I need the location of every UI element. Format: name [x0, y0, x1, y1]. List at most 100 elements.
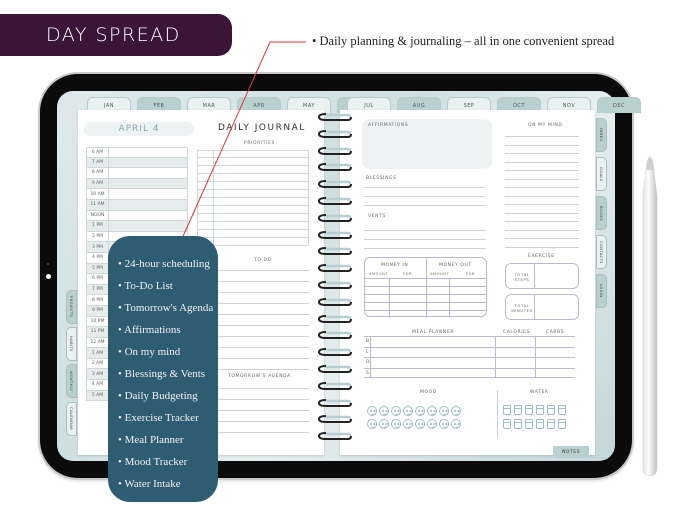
side-tab-habits[interactable]: HABITS — [66, 327, 77, 361]
priority-row[interactable] — [197, 158, 309, 166]
schedule-row[interactable]: 8 AM — [86, 168, 188, 179]
budget-row[interactable] — [365, 278, 486, 286]
side-tab-goals[interactable]: GOALS — [596, 157, 607, 191]
priority-row[interactable] — [197, 222, 309, 230]
vents-lines[interactable] — [364, 230, 486, 257]
meal-planner-table[interactable]: BLDS — [364, 336, 575, 378]
mood-face-icon[interactable] — [451, 419, 461, 429]
meal-row[interactable]: D — [364, 357, 575, 368]
water-cup-icon[interactable] — [547, 419, 555, 429]
schedule-row[interactable]: 10 AM — [86, 189, 188, 200]
schedule-row[interactable]: 11 AM — [86, 199, 188, 211]
schedule-row[interactable]: 6 AM — [86, 147, 188, 158]
hour-entry[interactable] — [109, 189, 187, 199]
write-line[interactable] — [364, 196, 486, 197]
mood-face-icon[interactable] — [403, 406, 413, 416]
schedule-row[interactable]: NOON — [86, 210, 188, 222]
write-line[interactable] — [505, 170, 579, 171]
side-tab-contacts[interactable]: CONTACTS — [596, 235, 607, 269]
side-tab-login[interactable]: LOGIN — [596, 274, 607, 308]
mood-face-icon[interactable] — [427, 419, 437, 429]
priority-row[interactable] — [197, 166, 309, 174]
side-tab-calendar[interactable]: CALENDAR — [66, 402, 77, 436]
mood-face-icon[interactable] — [415, 406, 425, 416]
priority-row[interactable] — [197, 214, 309, 222]
priority-row[interactable] — [197, 230, 309, 238]
priority-row[interactable] — [197, 198, 309, 206]
meal-row[interactable]: B — [364, 336, 575, 347]
water-cup-icon[interactable] — [525, 405, 533, 415]
water-cup-icon[interactable] — [558, 405, 566, 415]
write-line[interactable] — [505, 153, 579, 154]
write-line[interactable] — [505, 178, 579, 180]
total-minutes-box[interactable]: TOTAL MINUTES — [505, 294, 579, 320]
write-line[interactable] — [505, 229, 579, 231]
write-line[interactable] — [505, 144, 579, 146]
write-line[interactable] — [364, 205, 486, 206]
mood-face-icon[interactable] — [451, 406, 461, 416]
notes-tab[interactable]: NOTES — [553, 446, 589, 458]
hour-entry[interactable] — [109, 211, 187, 221]
water-cup-icon[interactable] — [503, 419, 511, 429]
budget-row[interactable] — [365, 294, 486, 302]
write-line[interactable] — [364, 230, 486, 231]
priority-row[interactable] — [197, 190, 309, 198]
write-line[interactable] — [364, 248, 486, 249]
priority-row[interactable] — [197, 150, 309, 158]
water-cup-icon[interactable] — [536, 419, 544, 429]
write-line[interactable] — [505, 204, 579, 205]
mood-face-icon[interactable] — [439, 419, 449, 429]
mood-face-icon[interactable] — [379, 419, 389, 429]
tab-dec[interactable]: DEC — [597, 97, 641, 113]
priority-row[interactable] — [197, 174, 309, 182]
mood-face-icon[interactable] — [427, 406, 437, 416]
write-line[interactable] — [505, 238, 579, 239]
hour-entry[interactable] — [109, 168, 187, 178]
side-tab-books[interactable]: BOOKS — [596, 196, 607, 230]
budget-row[interactable] — [365, 302, 486, 310]
blessings-lines[interactable] — [364, 187, 486, 214]
write-line[interactable] — [505, 136, 579, 137]
mood-face-icon[interactable] — [439, 406, 449, 416]
water-cup-icon[interactable] — [536, 405, 544, 415]
mood-face-icon[interactable] — [391, 406, 401, 416]
write-line[interactable] — [505, 246, 579, 248]
write-line[interactable] — [364, 239, 486, 240]
hour-entry[interactable] — [109, 158, 187, 168]
budget-row[interactable] — [365, 286, 486, 294]
write-line[interactable] — [505, 221, 579, 222]
mood-face-icon[interactable] — [403, 419, 413, 429]
side-tab-projects[interactable]: PROJECTS — [66, 290, 77, 324]
schedule-row[interactable]: 1 PM — [86, 221, 188, 232]
priority-row[interactable] — [197, 206, 309, 214]
hour-entry[interactable] — [109, 200, 187, 210]
priority-row[interactable] — [197, 182, 309, 190]
water-cup-icon[interactable] — [503, 405, 511, 415]
schedule-row[interactable]: 9 AM — [86, 178, 188, 190]
budget-row[interactable] — [365, 310, 486, 318]
meal-row[interactable]: S — [364, 367, 575, 378]
water-cup-icon[interactable] — [547, 405, 555, 415]
water-cup-icon[interactable] — [514, 419, 522, 429]
mood-face-icon[interactable] — [379, 406, 389, 416]
write-line[interactable] — [505, 195, 579, 197]
hour-entry[interactable] — [109, 221, 187, 231]
mood-face-icon[interactable] — [367, 406, 377, 416]
write-line[interactable] — [505, 187, 579, 188]
mood-face-icon[interactable] — [391, 419, 401, 429]
hour-entry[interactable] — [109, 148, 187, 157]
water-cup-icon[interactable] — [558, 419, 566, 429]
schedule-row[interactable]: 7 AM — [86, 157, 188, 169]
water-cup-icon[interactable] — [525, 419, 533, 429]
write-line[interactable] — [505, 161, 579, 163]
hour-entry[interactable] — [109, 179, 187, 189]
total-steps-box[interactable]: TOTAL STEPS — [505, 263, 579, 289]
water-cup-icon[interactable] — [514, 405, 522, 415]
mood-face-icon[interactable] — [367, 419, 377, 429]
budget-table[interactable]: MONEY IN MONEY OUT AMOUNT FOR AMOUNT FOR — [364, 257, 487, 318]
side-tab-monthly[interactable]: MONTHLY — [66, 364, 77, 398]
mood-face-icon[interactable] — [415, 419, 425, 429]
on-my-mind-lines[interactable] — [505, 136, 579, 255]
side-tab-index[interactable]: INDEX — [596, 118, 607, 152]
meal-row[interactable]: L — [364, 346, 575, 357]
